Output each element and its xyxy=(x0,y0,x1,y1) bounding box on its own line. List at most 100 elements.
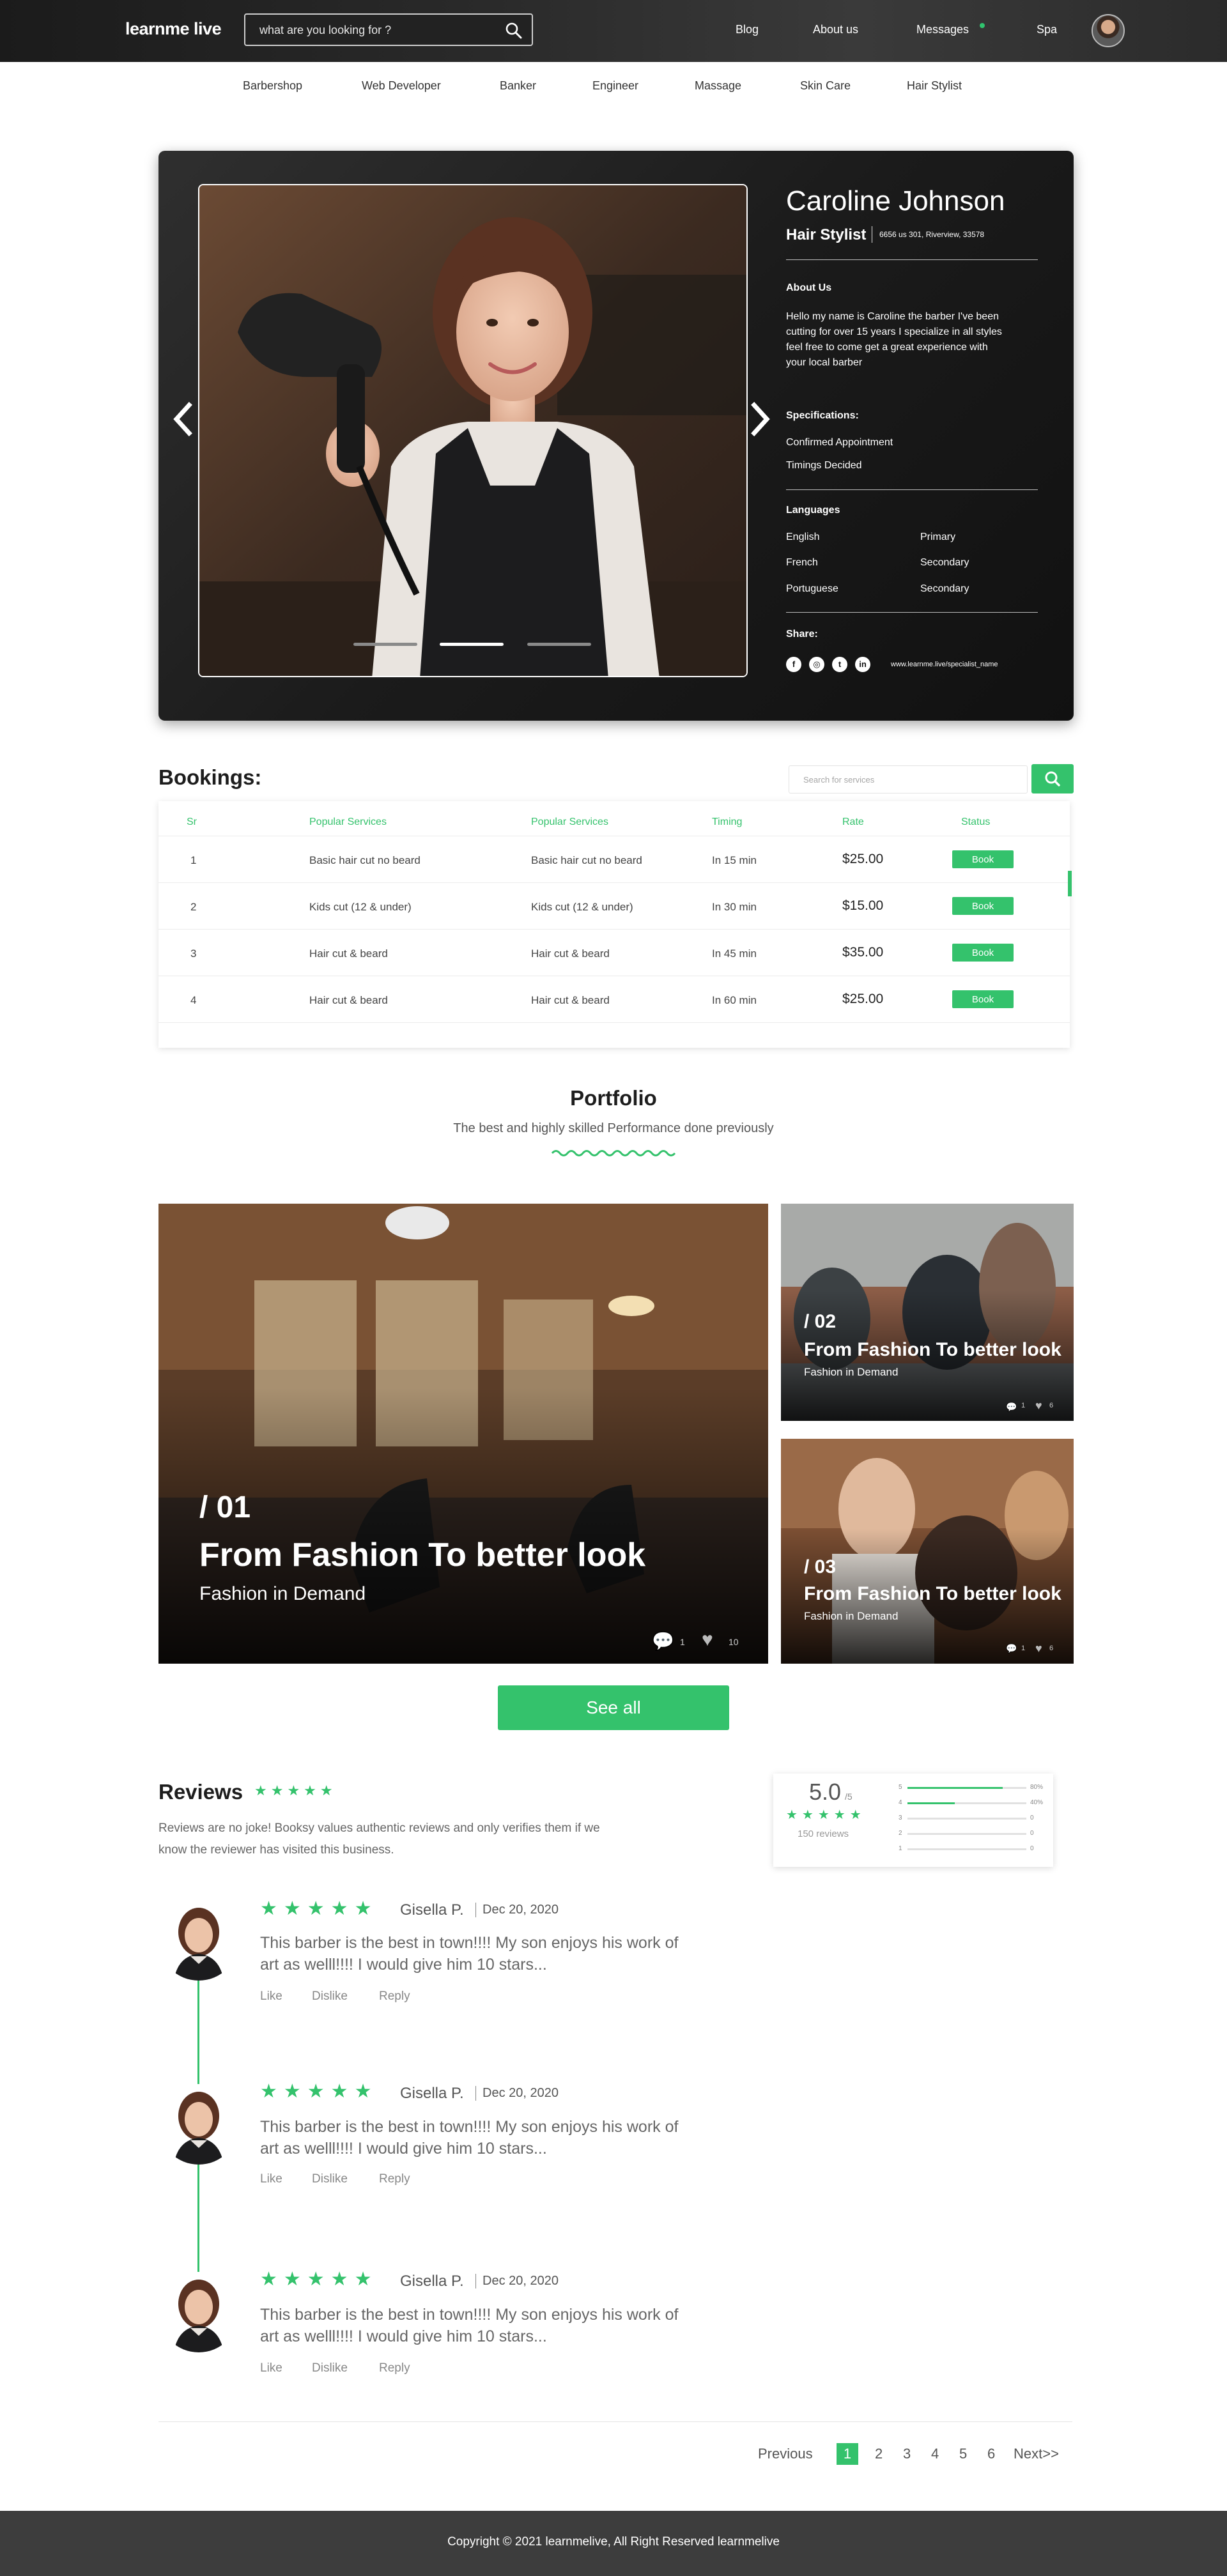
portfolio-title-text: From Fashion To better look xyxy=(199,1537,646,1574)
dislike-link[interactable]: Dislike xyxy=(312,1989,348,2004)
portfolio-title-text: From Fashion To better look xyxy=(804,1339,1061,1360)
twitter-icon[interactable]: t xyxy=(832,657,847,672)
rating-bar-percent: 0 xyxy=(1030,1830,1034,1837)
service-search-input[interactable] xyxy=(789,765,1028,793)
category-skin-care[interactable]: Skin Care xyxy=(800,79,851,93)
logo[interactable]: learnme live xyxy=(125,19,222,39)
rating-bar-track xyxy=(907,1848,1026,1850)
share-heading: Share: xyxy=(786,629,818,640)
messages-badge-dot xyxy=(980,23,985,28)
instagram-icon[interactable]: ◎ xyxy=(809,657,824,672)
pagination-divider xyxy=(158,2421,1072,2422)
portfolio-subtitle-text: Fashion in Demand xyxy=(199,1583,366,1604)
rating-bar-track xyxy=(907,1833,1026,1835)
book-button[interactable]: Book xyxy=(952,850,1014,868)
page-4[interactable]: 4 xyxy=(931,2446,939,2462)
reply-link[interactable]: Reply xyxy=(379,1989,410,2004)
portfolio-card-1[interactable]: / 01 From Fashion To better look Fashion… xyxy=(158,1204,768,1664)
cell-service: Hair cut & beard xyxy=(531,994,610,1006)
page-5[interactable]: 5 xyxy=(959,2446,967,2462)
nav-blog[interactable]: Blog xyxy=(736,23,759,36)
pagination-previous[interactable]: Previous xyxy=(758,2446,813,2462)
review-timeline-line xyxy=(197,2165,199,2273)
wavy-divider xyxy=(551,1150,676,1156)
language-level: Secondary xyxy=(920,557,969,568)
comment-count: 1 xyxy=(1021,1402,1026,1409)
user-avatar[interactable] xyxy=(1092,14,1125,47)
specialist-address: 6656 us 301, Riverview, 33578 xyxy=(879,230,985,239)
comment-icon[interactable]: 💬 xyxy=(1006,1643,1017,1654)
search-icon xyxy=(1045,771,1060,786)
carousel-next-arrow[interactable] xyxy=(748,400,773,438)
review-date: Dec 20, 2020 xyxy=(475,2274,559,2288)
cell-service: Hair cut & beard xyxy=(309,947,388,960)
facebook-icon[interactable]: f xyxy=(786,657,801,672)
book-button[interactable]: Book xyxy=(952,897,1014,915)
cell-sr: 2 xyxy=(190,901,197,913)
about-text: Hello my name is Caroline the barber I'v… xyxy=(786,311,1002,368)
category-banker[interactable]: Banker xyxy=(500,79,536,93)
heart-icon[interactable]: ♥ xyxy=(702,1629,713,1651)
like-count: 10 xyxy=(729,1637,739,1647)
rating-score: 5.0 xyxy=(809,1779,842,1805)
share-url[interactable]: www.learnme.live/specialist_name xyxy=(891,661,998,668)
pagination-next[interactable]: Next>> xyxy=(1014,2446,1059,2462)
reviewer-avatar[interactable] xyxy=(158,2272,239,2352)
reviewer-avatar[interactable] xyxy=(158,1900,239,1981)
reviewer-avatar[interactable] xyxy=(158,2084,239,2165)
table-scrollbar[interactable] xyxy=(1068,871,1072,896)
like-link[interactable]: Like xyxy=(260,2361,282,2375)
book-button[interactable]: Book xyxy=(952,990,1014,1008)
like-link[interactable]: Like xyxy=(260,2172,282,2186)
category-massage[interactable]: Massage xyxy=(695,79,741,93)
review-stars: ★★★★★ xyxy=(260,2081,378,2102)
column-header: Timing xyxy=(712,816,743,827)
about-heading: About Us xyxy=(786,282,832,293)
cell-timing: In 60 min xyxy=(712,994,757,1006)
see-all-button[interactable]: See all xyxy=(498,1685,729,1730)
carousel-dot-2[interactable] xyxy=(440,643,504,646)
reply-link[interactable]: Reply xyxy=(379,2361,410,2375)
book-button[interactable]: Book xyxy=(952,944,1014,962)
carousel-dot-3[interactable] xyxy=(527,643,591,646)
page-6[interactable]: 6 xyxy=(987,2446,995,2462)
nav-messages[interactable]: Messages xyxy=(916,23,969,36)
column-header: Popular Services xyxy=(309,816,387,827)
dislike-link[interactable]: Dislike xyxy=(312,2172,348,2186)
category-web-developer[interactable]: Web Developer xyxy=(362,79,441,93)
comment-icon[interactable]: 💬 xyxy=(1006,1402,1017,1413)
carousel-dot-1[interactable] xyxy=(353,643,417,646)
review-stars: ★★★★★ xyxy=(260,1898,378,1919)
spec-item: Timings Decided xyxy=(786,460,862,471)
reply-link[interactable]: Reply xyxy=(379,2172,410,2186)
heart-icon[interactable]: ♥ xyxy=(1035,1399,1042,1413)
page-3[interactable]: 3 xyxy=(903,2446,911,2462)
category-engineer[interactable]: Engineer xyxy=(592,79,638,93)
carousel-prev-arrow[interactable] xyxy=(170,400,196,438)
cell-service: Basic hair cut no beard xyxy=(531,854,642,866)
comment-icon[interactable]: 💬 xyxy=(652,1630,674,1652)
page-2[interactable]: 2 xyxy=(875,2446,883,2462)
dislike-link[interactable]: Dislike xyxy=(312,2361,348,2375)
search-icon[interactable] xyxy=(505,22,523,40)
linkedin-icon[interactable]: in xyxy=(855,657,870,672)
page-1-active[interactable]: 1 xyxy=(837,2443,858,2465)
rating-bar-row: 20 xyxy=(899,1828,1039,1840)
search-input[interactable] xyxy=(259,22,496,38)
category-barbershop[interactable]: Barbershop xyxy=(243,79,302,93)
column-header: Sr xyxy=(187,816,197,827)
like-link[interactable]: Like xyxy=(260,1989,282,2004)
column-header: Rate xyxy=(842,816,864,827)
nav-about-us[interactable]: About us xyxy=(813,23,858,36)
rating-out-of: /5 xyxy=(845,1791,853,1802)
portfolio-card-3[interactable]: / 03 From Fashion To better look Fashion… xyxy=(781,1439,1074,1664)
nav-spa[interactable]: Spa xyxy=(1037,23,1057,36)
category-hair-stylist[interactable]: Hair Stylist xyxy=(907,79,962,93)
heart-icon[interactable]: ♥ xyxy=(1035,1642,1042,1655)
language-level: Secondary xyxy=(920,583,969,594)
portfolio-card-2[interactable]: / 02 From Fashion To better look Fashion… xyxy=(781,1204,1074,1421)
profile-hero: Caroline Johnson Hair Stylist 6656 us 30… xyxy=(158,151,1074,721)
service-search-button[interactable] xyxy=(1031,764,1074,793)
specifications-heading: Specifications: xyxy=(786,410,859,421)
cell-service: Basic hair cut no beard xyxy=(309,854,421,866)
